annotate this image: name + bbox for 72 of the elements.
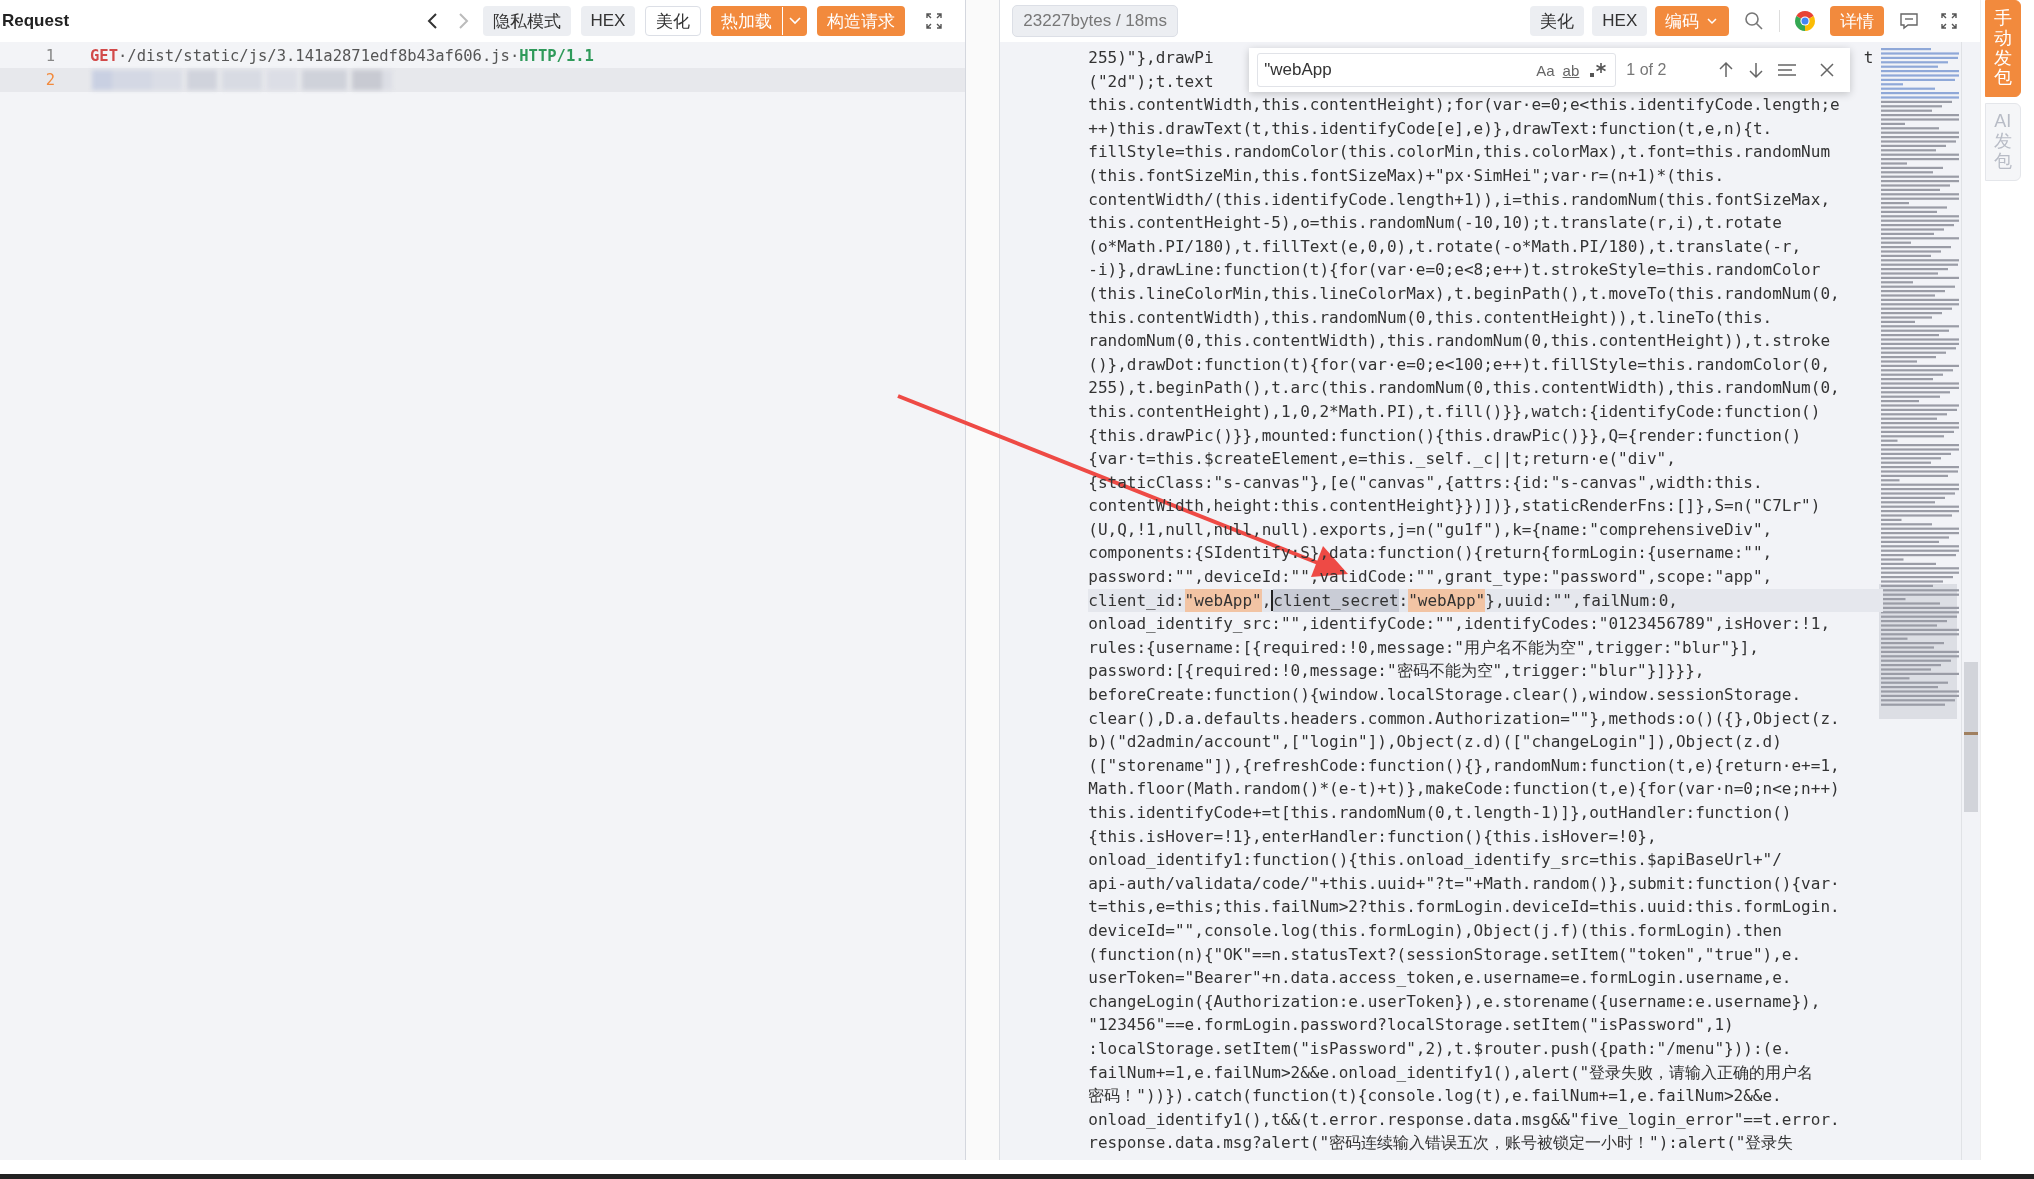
code-line: (function(n){"OK"==n.statusText?(sessionStorage.setItem("token","true"),e. [1088, 943, 1803, 966]
browser-icon[interactable] [1794, 10, 1817, 32]
code-line: (this.lineColorMin,this.lineColorMax),t.beginPath(),t.moveTo(this.randomNum(0, [1088, 282, 1841, 305]
line-number: 2 [44, 71, 56, 89]
code-line: password:[{required:!0,message:"密码不能为空",trigger:"blur"}]}}}, [1088, 660, 1706, 683]
toolbar-button[interactable]: HEX [580, 6, 636, 36]
code-text: , [1261, 589, 1272, 612]
toolbar-button[interactable]: 美化 [1530, 6, 1585, 36]
code-line: 255)"},drawPi [1088, 47, 1214, 69]
code-text: },uuid:"",failNum:0, [1485, 589, 1678, 612]
code-line: {this.isHover=!1},enterHandler:function(){this.isHover=!0}, [1088, 825, 1658, 848]
line-number: 1 [44, 47, 56, 65]
response-stats: 23227bytes / 18ms [1012, 5, 1178, 37]
match-count: 1 of 2 [1626, 61, 1667, 79]
code-line: onload_identify1(),t&&(t.error.response.data.msg&&"five_login_error"==t.error. [1088, 1108, 1841, 1131]
code-line: Math.floor(Math.random()*(e-t)+t)},makeCode:function(t,e){for(var·n=0;n<e;n++) [1088, 778, 1841, 801]
code-line: userToken="Bearer"+n.data.access_token,e.username=e.formLogin.username,e. [1088, 967, 1793, 990]
code-line: ("2d");t.text [1088, 70, 1214, 93]
toolbar-button[interactable]: 隐私模式 [482, 6, 571, 36]
code-line: (["storename"]),{refreshCode:function(){},randomNum:function(t,e){return·e+=1, [1088, 754, 1841, 777]
search-match: "webApp" [1408, 588, 1486, 613]
code-line: (o*Math.PI/180),t.fillText(e,0,0),t.rotate(-o*Math.PI/180),t.translate(-r, [1088, 235, 1803, 258]
code-text: : [1398, 589, 1409, 612]
code-line: response.data.msg?alert("密码连续输入错误五次，账号被锁定一小时！"):alert("登录失 [1088, 1132, 1795, 1155]
code-line: t [1863, 47, 1874, 69]
code-line: "123456"==e.formLogin.password?localStorage.setItem("isPassword",1) [1088, 1014, 1735, 1037]
code-line: 255),t.beginPath(),t.arc(this.randomNum(0,this.contentWidth),this.randomNum(0, [1088, 377, 1841, 400]
fullscreen-icon[interactable] [925, 12, 944, 30]
code-line: rules:{username:[{required:!0,message:"用户名不能为空",trigger:"blur"}], [1088, 636, 1760, 659]
match-case-toggle[interactable]: Aa [1536, 61, 1555, 79]
code-line: failNum+=1,e.failNum>2&&e.onload_identify1(),alert("登录失败，请输入正确的用户名 [1088, 1061, 1815, 1084]
code-line: {this.drawPic()}},mounted:function(){this.drawPic()}},Q={render:function() [1088, 424, 1803, 447]
code-line: fillStyle=this.randomColor(this.colorMin,this.colorMax),t.font=this.randomNum [1088, 141, 1831, 164]
code-line: (this.fontSizeMin,this.fontSizeMax)+"px·SimHei";var·r=(n+1)*(this. [1088, 164, 1726, 187]
toolbar-button[interactable]: 美化 [645, 6, 702, 36]
code-line: this.contentHeight),1,0,2*Math.PI),t.fill()}},watch:{identifyCode:function() [1088, 400, 1822, 423]
close-icon[interactable] [1818, 61, 1837, 79]
panel-title: Request [2, 11, 70, 31]
search-match: "webApp" [1184, 588, 1262, 613]
code-line: changeLogin({Authorization:e.userToken}),e.storename({username:e.username}), [1088, 990, 1822, 1013]
code-line: deviceId="",console.log(this.formLogin),Object(j.f)(this.formLogin).then [1088, 919, 1783, 942]
code-line: :localStorage.setItem("isPassword",2),t.$router.push({path:"/menu"})):(e. [1088, 1037, 1793, 1060]
code-line: ()},drawDot:function(t){for(var·e=0;e<100;e++)t.fillStyle=this.randomColor(0, [1088, 353, 1831, 376]
code-line: 密码！"))}).catch(function(t){console.log(t),e.failNum+=1,e.failNum>2&&e. [1088, 1085, 1783, 1108]
whole-word-toggle[interactable]: ab [1562, 61, 1580, 79]
code-line: api-auth/validata/code/"+this.uuid+"?t="+Math.random()},submit:function(){var· [1088, 872, 1841, 895]
request-line: GET·/dist/static/js/3.141a2871edf8b43af606.js·HTTP/1.1 [90, 47, 594, 65]
code-line: {var·t=this.$createElement,e=this._self._c||t;return·e("div", [1088, 448, 1677, 471]
code-line: ++)this.drawText(t,this.identifyCode[e],e)},drawText:function(t,e,n){t. [1088, 117, 1774, 140]
selected-text: client_secret [1273, 588, 1399, 613]
code-line: password:"",deviceId:"",validCode:"",grant_type:"password",scope:"app", [1088, 566, 1774, 589]
fullscreen-icon[interactable] [1940, 12, 1959, 30]
code-line: beforeCreate:function(){window.localStorage.clear(),window.sessionStorage. [1088, 684, 1803, 707]
code-line: t=this,e=this;this.failNum>2?this.formLogin.deviceId=this.uuid:this.formLogin. [1088, 896, 1841, 919]
code-text: client_id: [1088, 589, 1185, 612]
text-cursor [1271, 589, 1274, 611]
scroll-thumb[interactable] [1964, 662, 1979, 812]
code-line: clear(),D.a.defaults.headers.common.Authorization=""},methods:o()({},Object(z. [1088, 707, 1841, 730]
code-line: this.identifyCode+=t[this.randomNum(0,t.length-1)]},outHandler:function() [1088, 802, 1793, 824]
code-line: onload_identify_src:"",identifyCode:"",identifyCodes:"0123456789",isHover:!1, [1088, 613, 1831, 636]
code-line: contentWidth/(this.identifyCode.length+1)),i=this.randomNum(this.fontSizeMax, [1088, 188, 1831, 211]
find-field[interactable]: "webApp Aa ab [1257, 53, 1617, 87]
code-line: -i)},drawLine:function(t){for(var·e=0;e<8;e++)t.strokeStyle=this.randomColor [1088, 259, 1822, 282]
scrollbar[interactable] [1961, 42, 1981, 1160]
code-line: b)("d2admin/account",["login"]),Object(z.d)(["changeLogin"]),Object(z.d) [1088, 731, 1783, 754]
code-line: this.contentWidth,this.contentHeight);for(var·e=0;e<this.identifyCode.length;e [1088, 94, 1841, 117]
comment-icon[interactable] [1898, 10, 1921, 32]
toolbar-button[interactable]: HEX [1592, 6, 1648, 36]
code-line: onload_identify1:function(){this.onload_identify_src=this.$apiBaseUrl+"/ [1088, 849, 1783, 872]
code-line: randomNum(0,this.contentWidth),this.randomNum(0,this.contentHeight)),t.stroke [1088, 330, 1831, 353]
code-line: this.contentWidth),this.randomNum(0,this.contentHeight)),t.lineTo(this. [1088, 306, 1774, 329]
code-line: this.contentHeight-5),o=this.randomNum(-10,10);t.translate(r,i),t.rotate [1088, 212, 1783, 235]
